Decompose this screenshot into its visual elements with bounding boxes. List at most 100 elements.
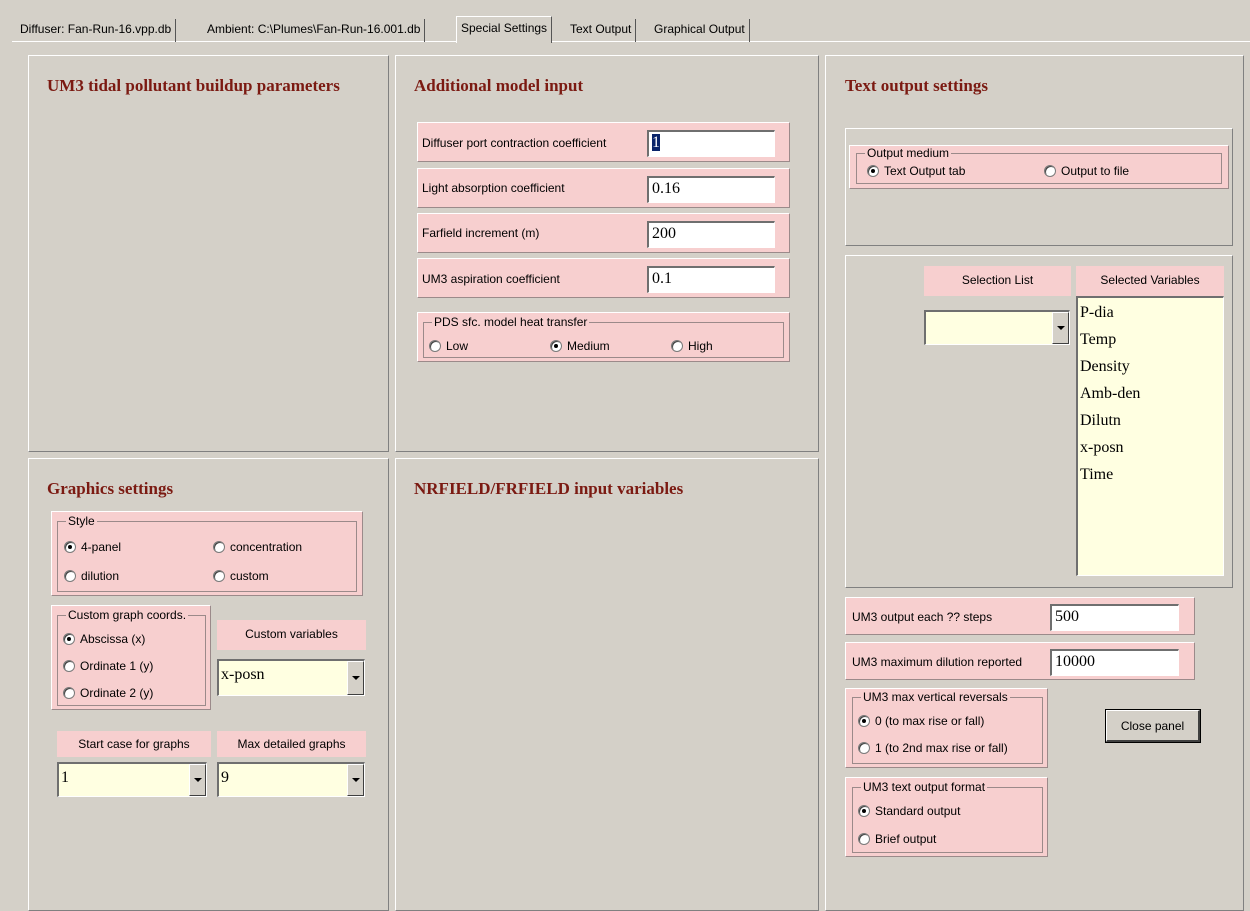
reversals-0-label: 0 (to max rise or fall) [875,714,985,728]
style-concentration-radio[interactable]: concentration [213,540,302,554]
output-medium-frame: Output medium Text Output tab Output to … [845,128,1233,246]
start-case-value: 1 [61,769,69,786]
coords-abscissa-radio[interactable]: Abscissa (x) [63,632,145,646]
heat-low-label: Low [446,339,469,353]
radio-selected-icon [858,805,870,817]
style-legend: Style [66,514,97,528]
dropdown-arrow-button[interactable] [347,764,364,796]
list-item[interactable]: x-posn [1080,434,1221,461]
farfield-increment-row: Farfield increment (m) 200 [417,213,790,253]
output-steps-input[interactable]: 500 [1050,604,1179,631]
tab-special-settings[interactable]: Special Settings [456,16,553,43]
heat-low-radio[interactable]: Low [429,339,468,353]
dropdown-arrow-button[interactable] [189,764,206,796]
tab-text-output[interactable]: Text Output [566,19,637,42]
list-item[interactable]: Time [1080,461,1221,488]
style-box: Style 4-panel concentration dilution cus… [51,511,363,596]
radio-circle-icon [429,340,441,352]
format-standard-radio[interactable]: Standard output [858,804,960,818]
radio-circle-icon [63,687,75,699]
chevron-down-icon [351,778,360,782]
heat-transfer-legend: PDS sfc. model heat transfer [432,315,590,329]
um3-tidal-title: UM3 tidal pollutant buildup parameters [47,76,340,95]
aspiration-coefficient-input[interactable]: 0.1 [647,266,775,293]
style-custom-label: custom [230,569,269,583]
tab-diffuser[interactable]: Diffuser: Fan-Run-16.vpp.db [16,19,177,42]
style-dilution-radio[interactable]: dilution [64,569,119,583]
custom-variables-value: x-posn [221,666,265,683]
reversals-group: UM3 max vertical reversals 0 (to max ris… [852,690,1043,764]
dropdown-arrow-button[interactable] [347,661,364,695]
farfield-increment-label: Farfield increment (m) [422,226,540,240]
reversals-0-radio[interactable]: 0 (to max rise or fall) [858,714,984,728]
selected-variables-list[interactable]: P-dia Temp Density Amb-den Dilutn x-posn… [1076,296,1224,576]
heat-high-radio[interactable]: High [671,339,713,353]
output-text-tab-label: Text Output tab [884,164,966,178]
reversals-1-label: 1 (to 2nd max rise or fall) [875,741,1008,755]
format-brief-radio[interactable]: Brief output [858,832,936,846]
light-absorption-row: Light absorption coefficient 0.16 [417,168,790,208]
style-concentration-label: concentration [230,540,303,554]
tab-ambient[interactable]: Ambient: C:\Plumes\Fan-Run-16.001.db [203,19,426,42]
contraction-coefficient-value: 1 [652,134,660,151]
close-panel-button[interactable]: Close panel [1106,710,1200,742]
style-group: Style 4-panel concentration dilution cus… [57,514,357,592]
contraction-coefficient-row: Diffuser port contraction coefficient 1 [417,122,790,162]
coords-ordinate2-radio[interactable]: Ordinate 2 (y) [63,686,153,700]
chevron-down-icon [1056,326,1065,330]
additional-model-title: Additional model input [414,76,584,95]
output-medium-group: Output medium Text Output tab Output to … [856,146,1222,184]
radio-circle-icon [1044,165,1056,177]
additional-model-panel: Additional model input Diffuser port con… [395,55,819,452]
custom-variables-dropdown[interactable]: x-posn [217,659,365,696]
list-item[interactable]: Dilutn [1080,407,1221,434]
list-item[interactable]: Amb-den [1080,380,1221,407]
max-dilution-input[interactable]: 10000 [1050,649,1179,676]
coords-ordinate1-radio[interactable]: Ordinate 1 (y) [63,659,153,673]
output-file-radio[interactable]: Output to file [1044,164,1129,178]
max-graphs-header: Max detailed graphs [217,731,366,757]
light-absorption-label: Light absorption coefficient [422,181,565,195]
custom-variables-header: Custom variables [217,620,366,650]
style-4panel-radio[interactable]: 4-panel [64,540,121,554]
heat-medium-radio[interactable]: Medium [550,339,610,353]
contraction-coefficient-input[interactable]: 1 [647,130,775,157]
selection-list-dropdown[interactable] [924,310,1070,345]
coords-box: Custom graph coords. Abscissa (x) Ordina… [51,605,211,710]
list-item[interactable]: Density [1080,353,1221,380]
heat-high-label: High [688,339,713,353]
max-dilution-label: UM3 maximum dilution reported [852,655,1023,669]
radio-circle-icon [63,660,75,672]
tab-bar: Diffuser: Fan-Run-16.vpp.db Ambient: C:\… [0,0,1250,44]
max-graphs-dropdown[interactable]: 9 [217,762,365,797]
style-custom-radio[interactable]: custom [213,569,269,583]
coords-ordinate1-label: Ordinate 1 (y) [80,659,154,673]
output-text-tab-radio[interactable]: Text Output tab [867,164,965,178]
graphics-settings-panel: Graphics settings Style 4-panel concentr… [28,458,389,911]
format-brief-label: Brief output [875,832,937,846]
light-absorption-input[interactable]: 0.16 [647,176,775,203]
format-standard-label: Standard output [875,804,961,818]
radio-circle-icon [858,833,870,845]
start-case-dropdown[interactable]: 1 [57,762,207,797]
radio-selected-icon [867,165,879,177]
nrfield-title: NRFIELD/FRFIELD input variables [414,479,684,498]
reversals-1-radio[interactable]: 1 (to 2nd max rise or fall) [858,741,1008,755]
format-group: UM3 text output format Standard output B… [852,780,1043,853]
nrfield-panel: NRFIELD/FRFIELD input variables [395,458,819,911]
list-item[interactable]: P-dia [1080,299,1221,326]
dropdown-arrow-button[interactable] [1052,312,1069,344]
contraction-coefficient-label: Diffuser port contraction coefficient [422,136,607,150]
variables-frame: Selection List Selected Variables P-dia … [845,255,1233,588]
style-4panel-label: 4-panel [81,540,122,554]
list-item[interactable]: Temp [1080,326,1221,353]
farfield-increment-input[interactable]: 200 [647,221,775,248]
coords-legend: Custom graph coords. [66,608,189,622]
selection-list-header: Selection List [924,266,1071,296]
heat-transfer-group: PDS sfc. model heat transfer Low Medium … [423,315,784,358]
output-medium-box: Output medium Text Output tab Output to … [849,145,1229,189]
max-graphs-value: 9 [221,769,229,786]
tab-graphical-output[interactable]: Graphical Output [650,19,750,42]
max-dilution-row: UM3 maximum dilution reported 10000 [845,642,1195,680]
output-file-label: Output to file [1061,164,1130,178]
